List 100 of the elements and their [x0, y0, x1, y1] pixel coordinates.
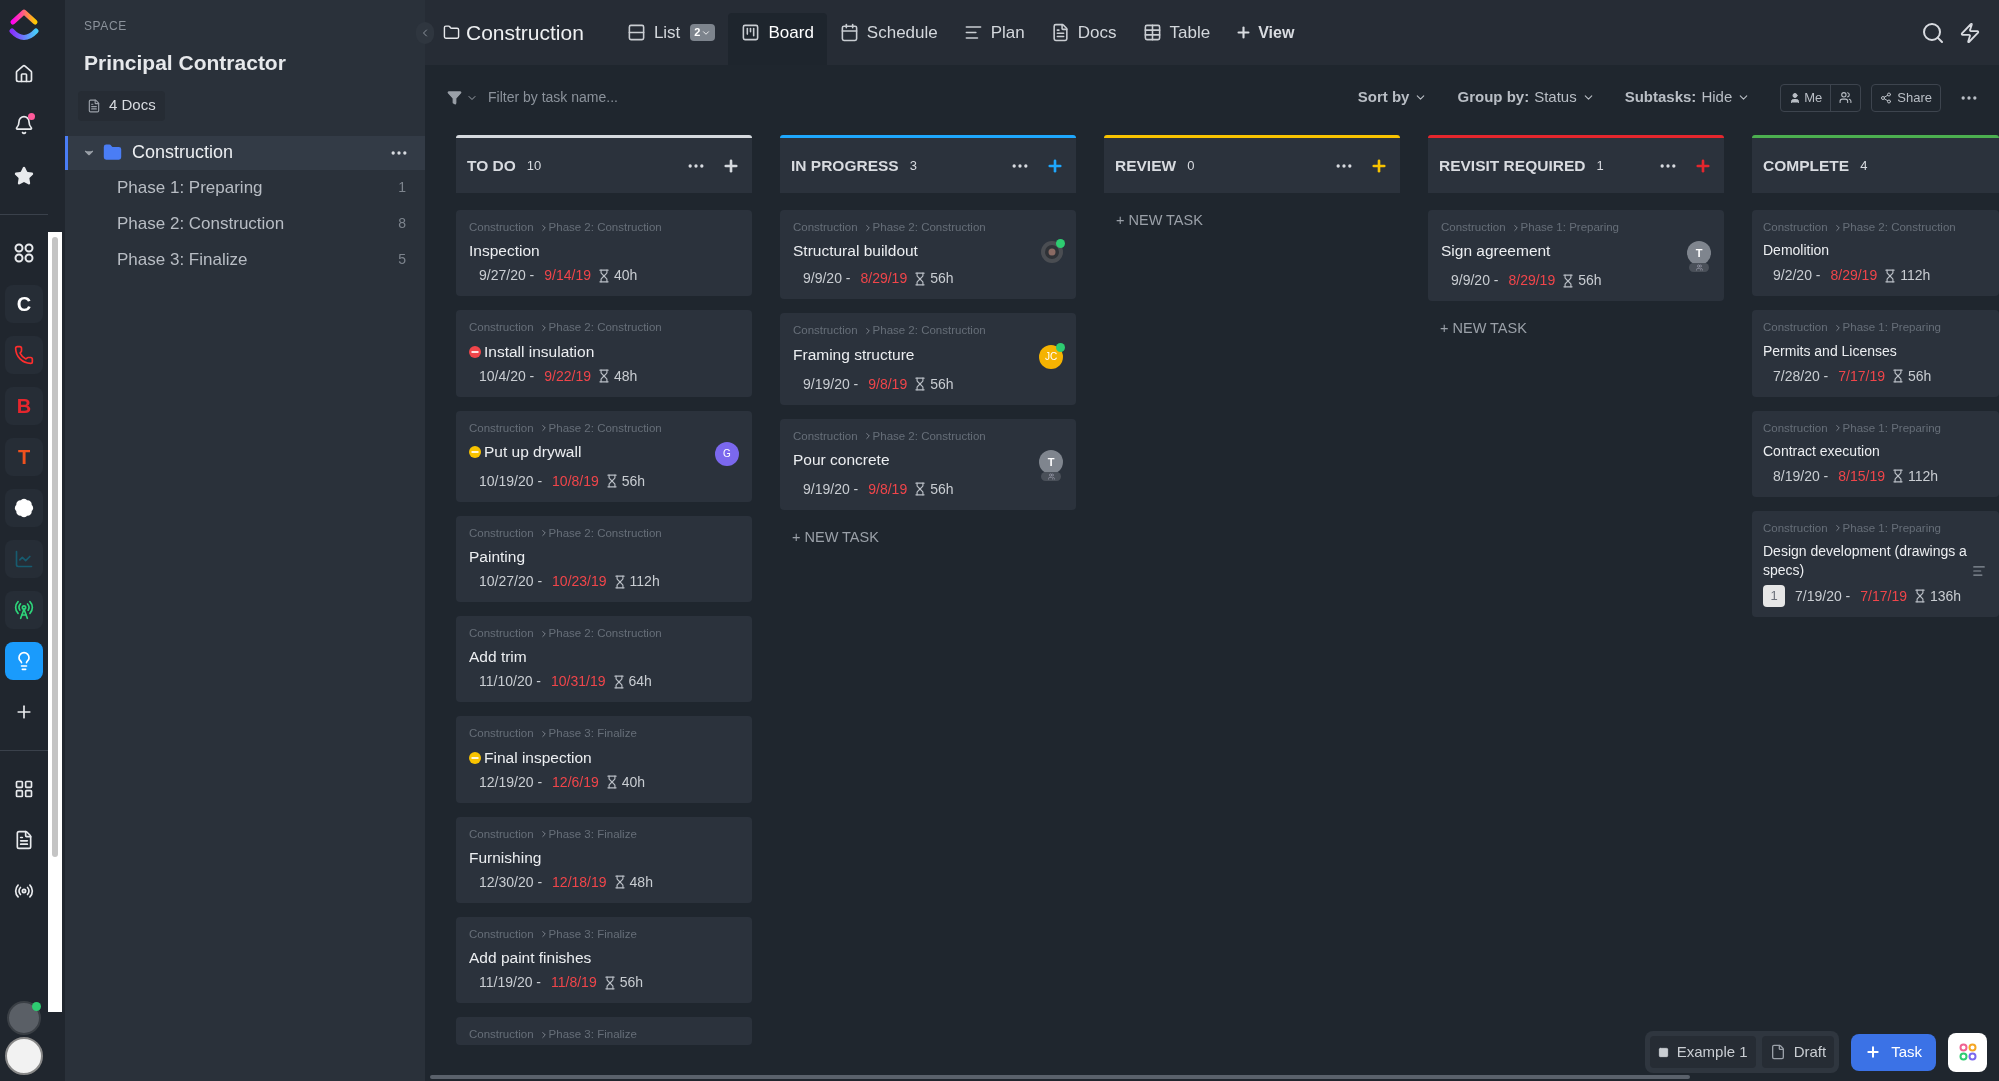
task-card[interactable]: Construction Phase 2: Construction Painting 10/27/20 - 10/23/19 112h — [456, 515, 752, 602]
group-by-dropdown[interactable]: Status — [1534, 86, 1595, 109]
list-item[interactable]: Phase 2: Construction 8 — [65, 205, 425, 242]
workspace-avatar[interactable] — [5, 1037, 43, 1075]
lightning-icon[interactable] — [1959, 21, 1981, 44]
view-tab[interactable]: Docs — [1037, 13, 1130, 65]
new-task-button[interactable]: + NEW TASK — [1440, 318, 1527, 340]
start-date: 9/9/20 - — [803, 269, 851, 289]
users-icon — [1839, 91, 1853, 104]
task-card[interactable]: Construction Phase 3: Finalize Final inspection 12/19/20 - 12/6/19 40h — [456, 716, 752, 803]
hourglass-icon — [1913, 589, 1927, 603]
document-icon — [87, 98, 101, 113]
view-tab[interactable]: Table — [1129, 13, 1224, 65]
start-date: 10/19/20 - — [479, 471, 543, 491]
add-view-button[interactable]: View — [1235, 20, 1295, 45]
time-estimate: 56h — [930, 374, 954, 394]
minimized-item[interactable]: Draft — [1761, 1036, 1835, 1068]
task-card[interactable]: Construction Phase 2: Construction Install insulation 10/4/20 - 9/22/19 48h — [456, 310, 752, 397]
share-button[interactable]: Share — [1871, 83, 1941, 112]
list-item[interactable]: Phase 3: Finalize 5 — [65, 241, 425, 278]
task-card[interactable]: Construction Phase 2: Construction Pour concrete T 9/19/20 - 9/8/19 56h — [780, 418, 1076, 510]
document-icon — [14, 830, 34, 850]
filter-icon[interactable] — [447, 90, 462, 105]
folder-row[interactable]: Construction — [65, 135, 425, 170]
hourglass-icon — [611, 674, 626, 689]
subtask-count[interactable]: 1 — [1763, 585, 1785, 607]
new-task-button[interactable]: + NEW TASK — [792, 526, 879, 549]
new-task-button[interactable]: Task — [1851, 1033, 1936, 1071]
task-card[interactable]: Construction Phase 1: Preparing Sign agreement T 9/9/20 - 8/29/19 56h — [1428, 210, 1724, 302]
task-card[interactable]: Construction Phase 2: Construction Framing structure JC 9/19/20 - 9/8/19 56h — [780, 313, 1076, 405]
assignee-avatar[interactable]: T — [1687, 241, 1711, 266]
breadcrumb: Phase 1: Preparing — [1520, 220, 1619, 235]
column-title: REVIEW — [1115, 155, 1177, 176]
due-date: 12/18/19 — [552, 872, 607, 892]
due-date: 9/8/19 — [868, 479, 908, 499]
bulb-button[interactable] — [5, 642, 43, 680]
task-title: Design development (drawings a specs) — [1763, 542, 1967, 580]
task-title: Inspection — [469, 241, 540, 261]
user-avatar[interactable] — [7, 1001, 41, 1035]
priority-icon[interactable] — [469, 445, 481, 458]
antenna-button[interactable] — [5, 591, 43, 629]
search-icon[interactable] — [1921, 20, 1945, 45]
start-date: 10/4/20 - — [479, 366, 535, 386]
phone-button[interactable] — [5, 336, 43, 374]
filter-field[interactable]: Filter by task name... — [488, 87, 788, 108]
users-icon — [1047, 472, 1055, 480]
breadcrumb: Phase 2: Construction — [548, 420, 662, 436]
space-tile[interactable]: C — [5, 285, 43, 323]
assignee-avatar[interactable]: T — [1039, 449, 1063, 474]
breadcrumb: Construction — [793, 428, 858, 444]
assignee-avatar[interactable]: G — [715, 441, 739, 466]
time-estimate: 56h — [930, 479, 954, 499]
priority-icon[interactable] — [469, 345, 481, 358]
due-date: 7/17/19 — [1838, 366, 1885, 386]
sort-button[interactable]: Sort by — [1357, 86, 1428, 109]
view-tab[interactable]: List 2 — [613, 13, 729, 65]
minimized-item[interactable]: Example 1 — [1649, 1036, 1756, 1068]
column-title: COMPLETE — [1763, 155, 1850, 176]
docs-chip[interactable]: 4 Docs — [78, 90, 165, 121]
seal-button[interactable] — [5, 489, 43, 527]
apps-button[interactable] — [1948, 1032, 1987, 1072]
assignee-avatar[interactable] — [1041, 241, 1063, 264]
task-card[interactable]: Construction Phase 1: Preparing Design development (drawings a specs) 1 7/19/20 - 7/17/19 136h — [1752, 510, 1999, 617]
breadcrumb: Phase 1: Preparing — [1842, 520, 1941, 536]
start-date: 10/27/20 - — [479, 572, 543, 591]
space-tile[interactable]: T — [5, 438, 43, 476]
hourglass-icon — [597, 369, 611, 383]
task-card[interactable]: Construction Phase 1: Preparing Contract execution 8/19/20 - 8/15/19 112h — [1752, 410, 1999, 497]
task-card[interactable]: Construction Phase 2: Construction Inspection 9/27/20 - 9/14/19 40h — [456, 210, 752, 297]
task-card[interactable]: Construction Phase 1: Preparing Permits and Licenses 7/28/20 - 7/17/19 56h — [1752, 310, 1999, 397]
logo-icon[interactable] — [9, 8, 39, 42]
task-count: 10 — [525, 156, 543, 175]
view-tab[interactable]: Schedule — [826, 13, 951, 65]
list-item[interactable]: Phase 1: Preparing 1 — [65, 169, 425, 206]
start-date: 9/27/20 - — [479, 266, 535, 286]
board-icon — [741, 23, 761, 42]
column-title: TO DO — [467, 155, 516, 176]
hourglass-icon — [913, 482, 928, 497]
due-date: 9/22/19 — [544, 366, 591, 386]
time-estimate: 56h — [621, 471, 646, 491]
due-date: 8/15/19 — [1838, 466, 1885, 486]
due-date: 8/29/19 — [860, 269, 908, 289]
start-date: 12/30/20 - — [479, 872, 543, 892]
task-card[interactable]: Construction Phase 2: Construction Add trim 11/10/20 - 10/31/19 64h — [456, 616, 752, 703]
new-task-button[interactable]: + NEW TASK — [1116, 210, 1203, 232]
subtasks-dropdown[interactable]: Hide — [1701, 86, 1751, 109]
breadcrumb: Construction — [469, 726, 534, 742]
start-date: 9/9/20 - — [1451, 271, 1499, 291]
task-card[interactable]: Construction Phase 3: Finalize Add paint finishes 11/19/20 - 11/8/19 56h — [456, 916, 752, 1003]
task-card[interactable]: Construction Phase 2: Construction Structural buildout 9/9/20 - 8/29/19 56h — [780, 210, 1076, 300]
subtasks-label: Subtasks: — [1624, 87, 1697, 108]
task-count: 0 — [1186, 156, 1196, 175]
task-card[interactable]: Construction Phase 2: Construction Demolition 9/2/20 - 8/29/19 112h — [1752, 210, 1999, 297]
priority-icon[interactable] — [469, 751, 481, 764]
breadcrumb: Construction — [469, 626, 534, 641]
view-tab[interactable]: Board — [728, 13, 827, 65]
task-card[interactable]: Construction Phase 3: Finalize Furnishing 12/30/20 - 12/18/19 48h — [456, 816, 752, 903]
view-tab[interactable]: Plan — [950, 13, 1038, 65]
task-card[interactable]: Construction Phase 2: Construction Put up drywall G 10/19/20 - 10/8/19 56h — [456, 410, 752, 502]
due-date: 12/6/19 — [552, 772, 599, 792]
